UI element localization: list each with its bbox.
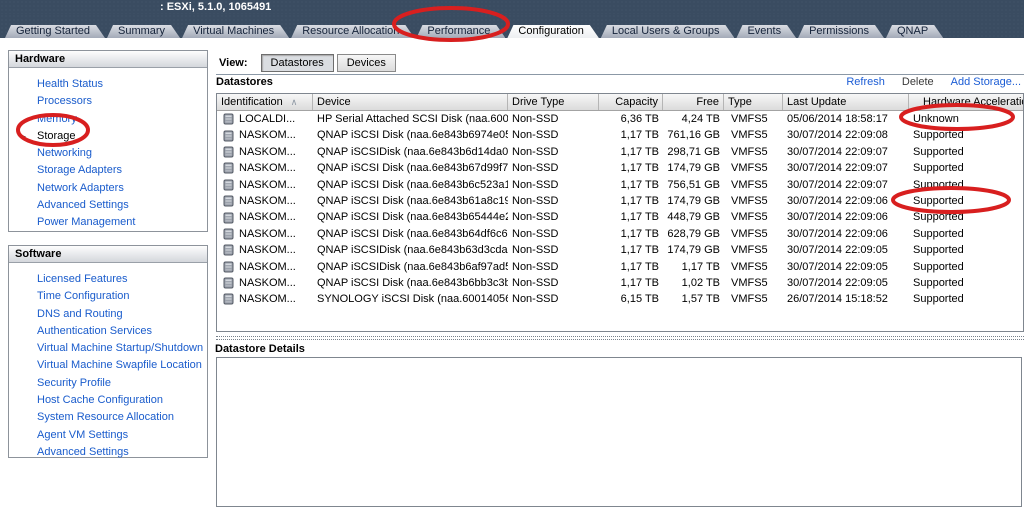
sidebar-item-authentication-services[interactable]: ▸ Authentication Services xyxy=(9,323,207,340)
sidebar-item-security-profile[interactable]: ▸ Security Profile xyxy=(9,375,207,392)
table-row[interactable]: NASKOM... QNAP iSCSIDisk (naa.6e843b6af9… xyxy=(217,259,1023,275)
column-header-free[interactable]: Free xyxy=(663,94,724,110)
sidebar-item-virtual-machine-startup-shutdown[interactable]: ▸ Virtual Machine Startup/Shutdown xyxy=(9,340,207,357)
column-header-capacity[interactable]: Capacity xyxy=(599,94,663,110)
view-bar-divider xyxy=(216,74,1024,75)
tab-summary[interactable]: Summary xyxy=(107,25,180,38)
sidebar-item-processors[interactable]: ▸ Processors xyxy=(9,93,207,110)
window-title: : ESXi, 5.1.0, 1065491 xyxy=(160,1,271,13)
tab-getting-started[interactable]: Getting Started xyxy=(5,25,105,38)
table-row[interactable]: NASKOM... QNAP iSCSI Disk (naa.6e843b6c5… xyxy=(217,177,1023,193)
sidebar-item-agent-vm-settings[interactable]: ▸ Agent VM Settings xyxy=(9,427,207,444)
tab-resource-allocation[interactable]: Resource Allocation xyxy=(291,25,414,38)
datastore-icon xyxy=(223,146,234,158)
datastore-icon xyxy=(223,179,234,191)
sidebar-item-virtual-machine-swapfile-location[interactable]: ▸ Virtual Machine Swapfile Location xyxy=(9,357,207,374)
datastore-details-panel xyxy=(216,357,1022,507)
datastore-icon xyxy=(223,195,234,207)
tab-local-users-groups[interactable]: Local Users & Groups xyxy=(601,25,735,38)
datastore-icon xyxy=(223,162,234,174)
sidebar-item-host-cache-configuration[interactable]: ▸ Host Cache Configuration xyxy=(9,392,207,409)
selected-arrow-icon: ▸ xyxy=(22,128,26,145)
tab-performance[interactable]: Performance xyxy=(416,25,505,38)
table-row[interactable]: NASKOM... QNAP iSCSI Disk (naa.6e843b61a… xyxy=(217,193,1023,209)
datastores-section-title: Datastores xyxy=(216,76,273,88)
column-header-type[interactable]: Type xyxy=(724,94,783,110)
sidebar-software-box: Software ▸ Licensed Features ▸ Time Conf… xyxy=(8,245,208,458)
table-header-row: Identification∧ Device Drive Type Capaci… xyxy=(217,94,1023,111)
table-row[interactable]: NASKOM... QNAP iSCSI Disk (naa.6e843b654… xyxy=(217,209,1023,225)
sidebar-item-system-resource-allocation[interactable]: ▸ System Resource Allocation xyxy=(9,409,207,426)
sidebar-item-time-configuration[interactable]: ▸ Time Configuration xyxy=(9,288,207,305)
delete-link[interactable]: Delete xyxy=(902,76,934,88)
sidebar-item-network-adapters[interactable]: ▸ Network Adapters xyxy=(9,180,207,197)
column-header-device[interactable]: Device xyxy=(313,94,508,110)
table-row[interactable]: LOCALDI... HP Serial Attached SCSI Disk … xyxy=(217,111,1023,127)
devices-view-button[interactable]: Devices xyxy=(337,54,396,72)
tab-bar: Getting StartedSummaryVirtual MachinesRe… xyxy=(0,14,1024,38)
datastores-table: Identification∧ Device Drive Type Capaci… xyxy=(216,93,1024,332)
sidebar-item-licensed-features[interactable]: ▸ Licensed Features xyxy=(9,271,207,288)
view-bar: View: Datastores Devices xyxy=(219,54,399,72)
add-storage-link[interactable]: Add Storage... xyxy=(951,76,1021,88)
window-titlebar: : ESXi, 5.1.0, 1065491 xyxy=(0,0,1024,14)
table-body: LOCALDI... HP Serial Attached SCSI Disk … xyxy=(217,111,1023,308)
table-row[interactable]: NASKOM... QNAP iSCSI Disk (naa.6e843b6bb… xyxy=(217,275,1023,291)
datastore-icon xyxy=(223,228,234,240)
table-row[interactable]: NASKOM... QNAP iSCSIDisk (naa.6e843b63d3… xyxy=(217,242,1023,258)
datastore-details-title: Datastore Details xyxy=(215,343,305,355)
view-label: View: xyxy=(219,57,248,69)
column-header-last-update[interactable]: Last Update xyxy=(783,94,909,110)
column-header-identification[interactable]: Identification∧ xyxy=(217,94,313,110)
sidebar-item-memory[interactable]: ▸ Memory xyxy=(9,111,207,128)
sidebar-item-advanced-settings[interactable]: ▸ Advanced Settings xyxy=(9,197,207,214)
datastores-actions: Refresh Delete Add Storage... xyxy=(846,76,1021,88)
column-header-hardware-acceleration[interactable]: Hardware Acceleration xyxy=(909,94,1023,110)
datastore-icon xyxy=(223,261,234,273)
datastores-view-button[interactable]: Datastores xyxy=(261,54,334,72)
table-row[interactable]: NASKOM... QNAP iSCSI Disk (naa.6e843b64d… xyxy=(217,226,1023,242)
sidebar-item-storage-adapters[interactable]: ▸ Storage Adapters xyxy=(9,162,207,179)
column-header-drive-type[interactable]: Drive Type xyxy=(508,94,599,110)
table-row[interactable]: NASKOM... QNAP iSCSI Disk (naa.6e843b697… xyxy=(217,127,1023,143)
sidebar-item-storage[interactable]: ▸ Storage xyxy=(9,128,207,145)
sidebar-item-dns-and-routing[interactable]: ▸ DNS and Routing xyxy=(9,306,207,323)
datastore-icon xyxy=(223,113,234,125)
datastore-icon xyxy=(223,130,234,142)
datastore-icon xyxy=(223,293,234,305)
tab-permissions[interactable]: Permissions xyxy=(798,25,884,38)
sidebar-item-power-management[interactable]: ▸ Power Management xyxy=(9,214,207,231)
tab-qnap[interactable]: QNAP xyxy=(886,25,943,38)
hardware-section-title: Hardware xyxy=(9,51,207,68)
table-row[interactable]: NASKOM... QNAP iSCSIDisk (naa.6e843b6d14… xyxy=(217,144,1023,160)
software-section-title: Software xyxy=(9,246,207,263)
datastore-icon xyxy=(223,212,234,224)
sort-ascending-icon: ∧ xyxy=(291,97,298,107)
sidebar-item-health-status[interactable]: ▸ Health Status xyxy=(9,76,207,93)
tab-events[interactable]: Events xyxy=(736,25,796,38)
tab-configuration[interactable]: Configuration xyxy=(507,25,598,38)
sidebar-item-networking[interactable]: ▸ Networking xyxy=(9,145,207,162)
sidebar-hardware-box: Hardware ▸ Health Status ▸ Processors ▸ … xyxy=(8,50,208,232)
table-row[interactable]: NASKOM... QNAP iSCSI Disk (naa.6e843b67d… xyxy=(217,160,1023,176)
datastore-icon xyxy=(223,244,234,256)
vsphere-client-window: : ESXi, 5.1.0, 1065491 Getting StartedSu… xyxy=(0,0,1024,507)
horizontal-splitter[interactable] xyxy=(216,336,1024,340)
datastore-icon xyxy=(223,277,234,289)
sidebar-item-advanced-settings[interactable]: ▸ Advanced Settings xyxy=(9,444,207,461)
table-row[interactable]: NASKOM... SYNOLOGY iSCSI Disk (naa.60014… xyxy=(217,291,1023,307)
tab-virtual-machines[interactable]: Virtual Machines xyxy=(182,25,289,38)
refresh-link[interactable]: Refresh xyxy=(846,76,885,88)
